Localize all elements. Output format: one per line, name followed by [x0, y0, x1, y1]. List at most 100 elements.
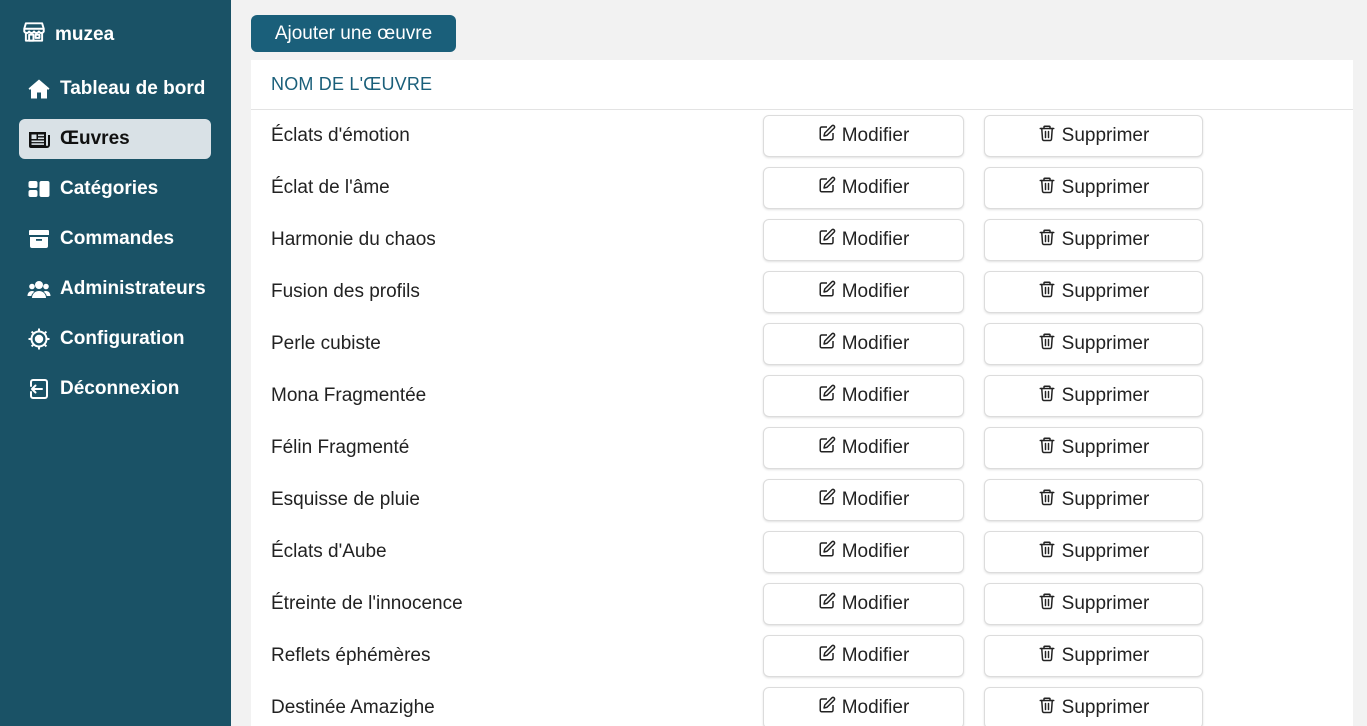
- edit-button[interactable]: Modifier: [763, 167, 964, 209]
- delete-button-label: Supprimer: [1061, 541, 1150, 562]
- edit-button-label: Modifier: [841, 437, 910, 458]
- home-icon: [26, 76, 52, 102]
- table-row: Éclat de l'âme Modifier Supprimer: [251, 162, 1353, 214]
- edit-button-label: Modifier: [841, 333, 910, 354]
- edit-button-label: Modifier: [841, 697, 910, 718]
- artwork-name: Harmonie du chaos: [271, 229, 436, 250]
- trash-icon: [1038, 228, 1056, 252]
- artwork-name: Éclat de l'âme: [271, 177, 390, 198]
- edit-button[interactable]: Modifier: [763, 479, 964, 521]
- artwork-name: Perle cubiste: [271, 333, 381, 354]
- edit-button[interactable]: Modifier: [763, 115, 964, 157]
- artwork-name: Félin Fragmenté: [271, 437, 410, 458]
- edit-icon: [818, 332, 836, 356]
- delete-button-label: Supprimer: [1061, 697, 1150, 718]
- table-row: Étreinte de l'innocence Modifier Supprim…: [251, 578, 1353, 630]
- delete-button-label: Supprimer: [1061, 333, 1150, 354]
- shop-icon: [21, 19, 47, 51]
- delete-button[interactable]: Supprimer: [984, 375, 1203, 417]
- artwork-name: Destinée Amazighe: [271, 697, 435, 718]
- settings-gear-icon: [26, 326, 52, 352]
- trash-icon: [1038, 592, 1056, 616]
- sidebar-item-label: Tableau de bord: [60, 78, 206, 99]
- logout-icon: [26, 376, 52, 402]
- edit-button[interactable]: Modifier: [763, 531, 964, 573]
- column-header-artwork-name: NOM DE L'ŒUVRE: [251, 60, 1353, 110]
- edit-button[interactable]: Modifier: [763, 427, 964, 469]
- sidebar-item-oeuvres[interactable]: Œuvres: [19, 119, 211, 159]
- brand-name: muzea: [55, 24, 115, 45]
- sidebar-item-tableau-de-bord[interactable]: Tableau de bord: [19, 69, 211, 109]
- delete-button[interactable]: Supprimer: [984, 635, 1203, 677]
- sidebar-item-categories[interactable]: Catégories: [19, 169, 211, 209]
- delete-button[interactable]: Supprimer: [984, 479, 1203, 521]
- edit-button[interactable]: Modifier: [763, 635, 964, 677]
- users-icon: [26, 276, 52, 302]
- delete-button[interactable]: Supprimer: [984, 219, 1203, 261]
- edit-button[interactable]: Modifier: [763, 219, 964, 261]
- edit-button-label: Modifier: [841, 489, 910, 510]
- edit-button-label: Modifier: [841, 593, 910, 614]
- sidebar-item-label: Œuvres: [60, 128, 130, 149]
- artworks-table: NOM DE L'ŒUVRE Éclats d'émotion Modifier…: [251, 60, 1353, 726]
- table-row: Éclats d'Aube Modifier Supprimer: [251, 526, 1353, 578]
- edit-icon: [818, 384, 836, 408]
- table-row: Mona Fragmentée Modifier Supprimer: [251, 370, 1353, 422]
- delete-button[interactable]: Supprimer: [984, 167, 1203, 209]
- delete-button-label: Supprimer: [1061, 489, 1150, 510]
- delete-button[interactable]: Supprimer: [984, 531, 1203, 573]
- delete-button[interactable]: Supprimer: [984, 427, 1203, 469]
- delete-button-label: Supprimer: [1061, 281, 1150, 302]
- edit-button-label: Modifier: [841, 125, 910, 146]
- add-artwork-button[interactable]: Ajouter une œuvre: [251, 15, 456, 52]
- delete-button[interactable]: Supprimer: [984, 115, 1203, 157]
- delete-button[interactable]: Supprimer: [984, 687, 1203, 726]
- sidebar-item-commandes[interactable]: Commandes: [19, 219, 211, 259]
- sidebar-item-label: Déconnexion: [60, 378, 180, 399]
- edit-button[interactable]: Modifier: [763, 687, 964, 726]
- brand[interactable]: muzea: [21, 22, 114, 48]
- edit-button-label: Modifier: [841, 281, 910, 302]
- delete-button-label: Supprimer: [1061, 385, 1150, 406]
- trash-icon: [1038, 332, 1056, 356]
- artwork-name: Fusion des profils: [271, 281, 420, 302]
- delete-button-label: Supprimer: [1061, 645, 1150, 666]
- edit-icon: [818, 488, 836, 512]
- delete-button[interactable]: Supprimer: [984, 583, 1203, 625]
- edit-button[interactable]: Modifier: [763, 323, 964, 365]
- sidebar-nav: Tableau de bord Œuvres Catégories Comman…: [19, 69, 211, 419]
- sidebar-item-label: Administrateurs: [60, 278, 206, 299]
- edit-button-label: Modifier: [841, 645, 910, 666]
- edit-icon: [818, 124, 836, 148]
- table-row: Esquisse de pluie Modifier Supprimer: [251, 474, 1353, 526]
- trash-icon: [1038, 644, 1056, 668]
- delete-button[interactable]: Supprimer: [984, 323, 1203, 365]
- edit-button[interactable]: Modifier: [763, 271, 964, 313]
- edit-icon: [818, 436, 836, 460]
- sidebar-item-administrateurs[interactable]: Administrateurs: [19, 269, 211, 309]
- sidebar-item-label: Configuration: [60, 328, 185, 349]
- table-row: Éclats d'émotion Modifier Supprimer: [251, 110, 1353, 162]
- delete-button-label: Supprimer: [1061, 229, 1150, 250]
- edit-button[interactable]: Modifier: [763, 583, 964, 625]
- table-row: Destinée Amazighe Modifier Supprimer: [251, 682, 1353, 726]
- table-row: Perle cubiste Modifier Supprimer: [251, 318, 1353, 370]
- trash-icon: [1038, 176, 1056, 200]
- sidebar-item-configuration[interactable]: Configuration: [19, 319, 211, 359]
- trash-icon: [1038, 436, 1056, 460]
- sidebar-item-deconnexion[interactable]: Déconnexion: [19, 369, 211, 409]
- edit-icon: [818, 592, 836, 616]
- delete-button[interactable]: Supprimer: [984, 271, 1203, 313]
- trash-icon: [1038, 384, 1056, 408]
- trash-icon: [1038, 696, 1056, 720]
- table-body: Éclats d'émotion Modifier Supprimer Écla…: [251, 110, 1353, 726]
- edit-button-label: Modifier: [841, 229, 910, 250]
- edit-button[interactable]: Modifier: [763, 375, 964, 417]
- edit-icon: [818, 540, 836, 564]
- table-row: Fusion des profils Modifier Supprimer: [251, 266, 1353, 318]
- sidebar-item-label: Commandes: [60, 228, 175, 249]
- edit-button-label: Modifier: [841, 385, 910, 406]
- delete-button-label: Supprimer: [1061, 125, 1150, 146]
- artwork-name: Étreinte de l'innocence: [271, 593, 463, 614]
- artwork-name: Éclats d'Aube: [271, 541, 387, 562]
